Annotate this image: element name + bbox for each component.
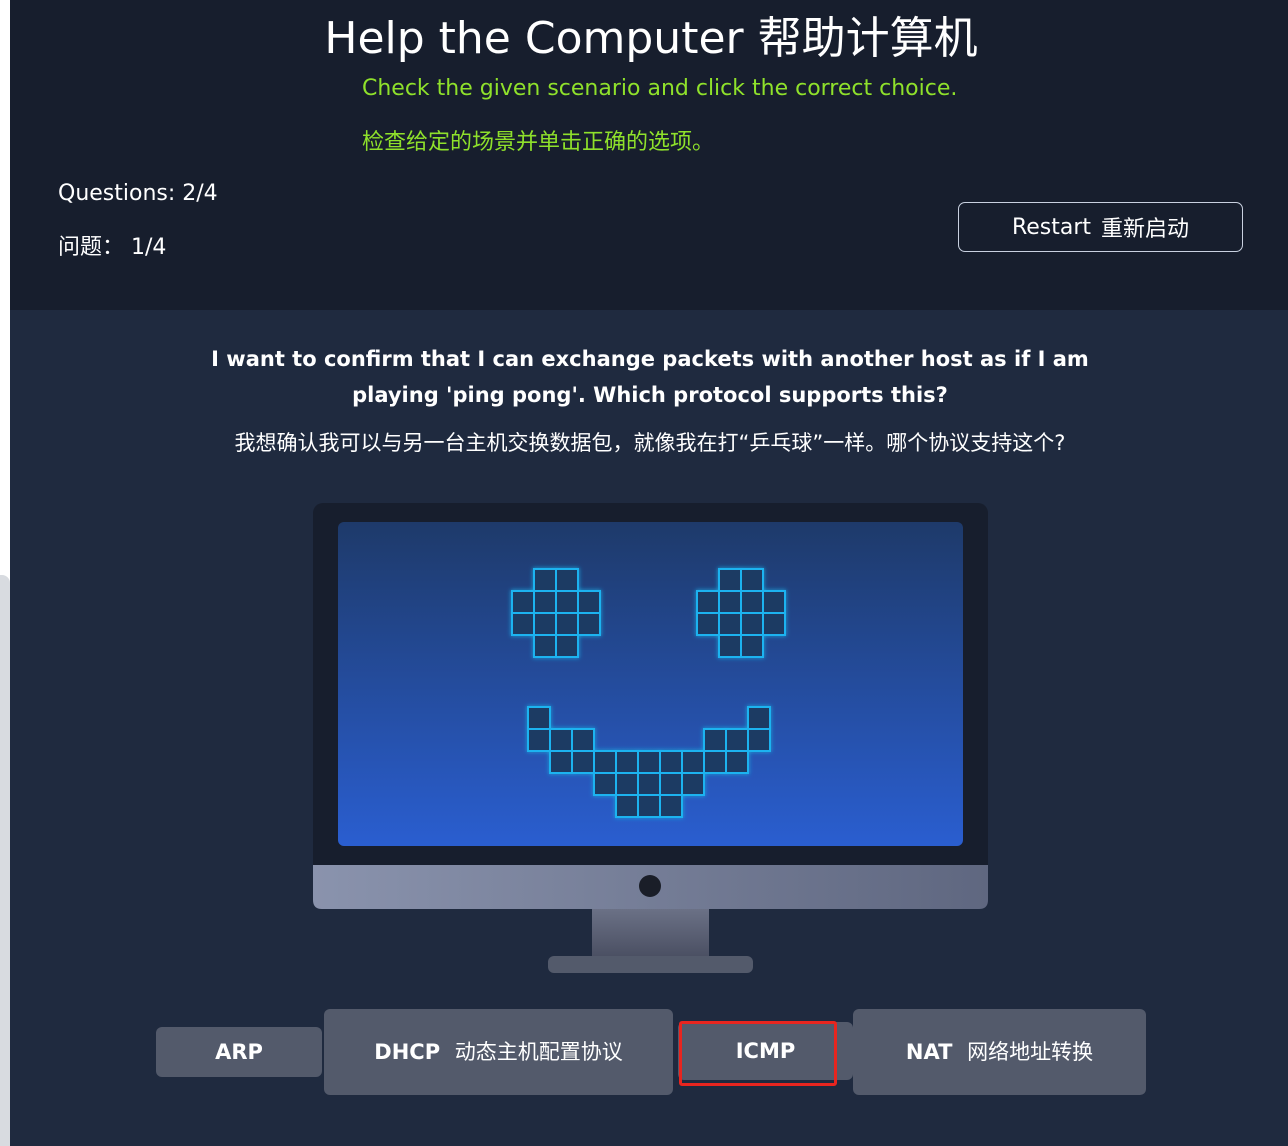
right-eye-pixel [696, 590, 720, 614]
left-eye-pixel [533, 612, 557, 636]
mouth-pixel [681, 750, 705, 774]
mouth-pixel [637, 794, 661, 818]
left-eye-pixel [555, 568, 579, 592]
left-eye-pixel [533, 590, 557, 614]
mouth-pixel [681, 772, 705, 796]
left-eye-pixel [555, 634, 579, 658]
mouth-pixel [615, 794, 639, 818]
choice-nat-label-zh: 网络地址转换 [967, 1040, 1094, 1064]
mouth-pixel [637, 750, 661, 774]
choice-arp-label: ARP [215, 1040, 263, 1064]
choice-nat-button[interactable]: NAT 网络地址转换 [853, 1009, 1146, 1095]
right-eye-pixel [740, 568, 764, 592]
mouth-pixel [659, 750, 683, 774]
mouth-pixel [571, 750, 595, 774]
choice-dhcp-button[interactable]: DHCP 动态主机配置协议 [324, 1009, 673, 1095]
choice-nat-label-en: NAT [905, 1040, 953, 1064]
mouth-pixel [747, 728, 771, 752]
right-eye-pixel [718, 634, 742, 658]
mouth-pixel [703, 750, 727, 774]
mouth-pixel [659, 772, 683, 796]
mouth-pixel [725, 728, 749, 752]
right-eye-pixel [718, 590, 742, 614]
choice-nat-label: NAT 网络地址转换 [906, 1034, 1093, 1070]
game-app: Help the Computer 帮助计算机 Check the given s… [10, 0, 1288, 1146]
right-eye-pixel [696, 612, 720, 636]
sidebar-edge [0, 575, 10, 1146]
smiley-face-monitor-icon [313, 503, 988, 973]
right-eye-pixel [718, 612, 742, 636]
right-eye-pixel [740, 634, 764, 658]
choice-dhcp-label: DHCP 动态主机配置协议 [374, 1034, 622, 1070]
left-eye-pixel [511, 590, 535, 614]
mouth-pixel [571, 728, 595, 752]
mouth-pixel [527, 706, 551, 730]
mouth-pixel [637, 772, 661, 796]
mouth-pixel [593, 772, 617, 796]
right-eye-pixel [762, 590, 786, 614]
left-eye-pixel [577, 612, 601, 636]
right-eye-pixel [762, 612, 786, 636]
monitor-neck [592, 909, 709, 956]
mouth-pixel [593, 750, 617, 774]
mouth-pixel [703, 728, 727, 752]
monitor-power-dot [639, 875, 661, 897]
choice-icmp-label: ICMP [735, 1039, 796, 1063]
left-eye-pixel [533, 568, 557, 592]
mouth-pixel [615, 750, 639, 774]
left-eye-pixel [555, 590, 579, 614]
mouth-pixel [527, 728, 551, 752]
monitor-base [548, 956, 753, 973]
left-eye-pixel [533, 634, 557, 658]
choice-dhcp-label-en: DHCP [374, 1040, 441, 1064]
choice-dhcp-label-zh: 动态主机配置协议 [454, 1040, 623, 1064]
mouth-pixel [747, 706, 771, 730]
choice-icmp-button[interactable]: ICMP [678, 1022, 853, 1080]
mouth-pixel [615, 772, 639, 796]
choice-arp-button[interactable]: ARP [156, 1027, 322, 1077]
left-eye-pixel [511, 612, 535, 636]
left-eye-pixel [555, 612, 579, 636]
right-eye-pixel [718, 568, 742, 592]
mouth-pixel [659, 794, 683, 818]
right-eye-pixel [740, 612, 764, 636]
right-eye-pixel [740, 590, 764, 614]
mouth-pixel [549, 728, 573, 752]
mouth-pixel [549, 750, 573, 774]
mouth-pixel [725, 750, 749, 774]
left-eye-pixel [577, 590, 601, 614]
